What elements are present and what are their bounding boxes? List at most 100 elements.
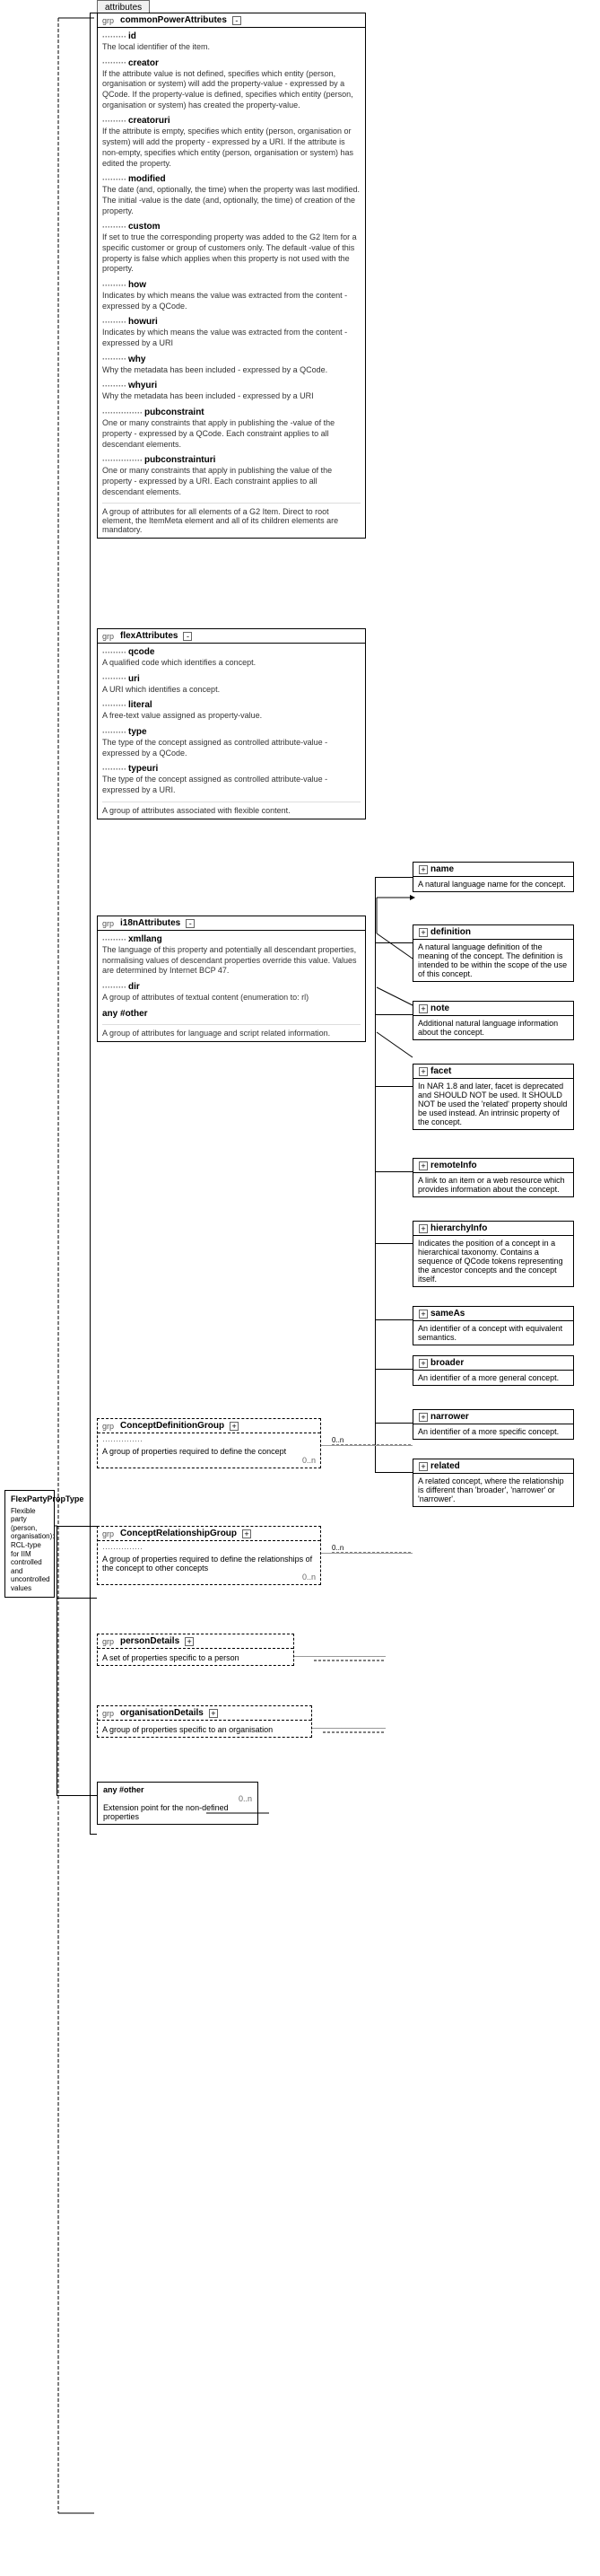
attr-custom-name: custom — [128, 222, 161, 232]
attr-id: ········· id The local identifier of the… — [102, 31, 361, 53]
attr-why-desc: Why the metadata has been included - exp… — [102, 365, 361, 376]
broader-title: broader — [430, 1358, 464, 1368]
attr-howuri: ········· howuri Indicates by which mean… — [102, 317, 361, 348]
expand-common[interactable]: - — [232, 16, 241, 25]
person-details-content: A set of properties specific to a person — [98, 1649, 293, 1665]
expand-i18n[interactable]: - — [186, 919, 195, 928]
cdg-connector — [321, 1445, 413, 1446]
concept-definition-group-box: grp ConceptDefinitionGroup + ···········… — [97, 1418, 321, 1468]
person-details-title: personDetails — [120, 1636, 179, 1646]
concept-relationship-group-desc: A group of properties required to define… — [102, 1555, 316, 1573]
concept-definition-dots: ··············· — [102, 1436, 316, 1445]
attr-qcode-name: qcode — [128, 647, 154, 657]
flex-group-note: A group of attributes associated with fl… — [102, 802, 361, 815]
name-title: name — [430, 864, 454, 874]
connector-remote — [375, 1171, 413, 1172]
common-power-attributes-section: grp commonPowerAttributes - ········· id… — [97, 13, 366, 539]
grp-icon-i18n: grp — [102, 919, 114, 928]
attr-modified-desc: The date (and, optionally, the time) whe… — [102, 185, 361, 216]
attr-xmllang-desc: The language of this property and potent… — [102, 945, 361, 977]
attr-uri-name: uri — [128, 674, 140, 684]
broader-expand[interactable]: + — [419, 1359, 428, 1368]
attr-creator-name: creator — [128, 58, 159, 68]
attr-howuri-desc: Indicates by which means the value was e… — [102, 328, 361, 348]
attr-whyuri: ········· whyuri Why the metadata has be… — [102, 381, 361, 402]
note-title: note — [430, 1003, 449, 1013]
concept-definition-group-title: ConceptDefinitionGroup — [120, 1421, 224, 1431]
broader-box: + broader An identifier of a more genera… — [413, 1355, 574, 1386]
flex-party-connector-h2 — [57, 1598, 97, 1599]
flex-party-prop-type-desc: Flexible party (person, organisation): R… — [11, 1507, 48, 1593]
related-title: related — [430, 1461, 460, 1471]
grp-icon-flex: grp — [102, 632, 114, 641]
crg-connector — [321, 1553, 413, 1554]
flex-attributes-section: grp flexAttributes - ········· qcode A q… — [97, 628, 366, 819]
attr-typeuri-desc: The type of the concept assigned as cont… — [102, 775, 361, 795]
name-expand[interactable]: + — [419, 865, 428, 874]
concept-relationship-group-title: ConceptRelationshipGroup — [120, 1529, 237, 1538]
concept-definition-group-header: grp ConceptDefinitionGroup + — [98, 1419, 320, 1433]
facet-expand[interactable]: + — [419, 1067, 428, 1076]
person-details-box: grp personDetails + A set of properties … — [97, 1634, 294, 1666]
name-box: + name A natural language name for the c… — [413, 862, 574, 892]
narrower-expand[interactable]: + — [419, 1413, 428, 1422]
expand-pd[interactable]: + — [185, 1637, 194, 1646]
organisation-details-box: grp organisationDetails + A group of pro… — [97, 1705, 312, 1738]
common-power-attributes-header: grp commonPowerAttributes - — [98, 13, 365, 28]
connector-facet — [375, 1086, 413, 1087]
definition-expand[interactable]: + — [419, 928, 428, 937]
same-as-expand[interactable]: + — [419, 1310, 428, 1319]
flex-party-connector — [57, 1526, 97, 1527]
facet-title: facet — [430, 1066, 451, 1076]
narrower-box: + narrower An identifier of a more speci… — [413, 1409, 574, 1440]
attr-how-desc: Indicates by which means the value was e… — [102, 291, 361, 311]
attr-whyuri-desc: Why the metadata has been included - exp… — [102, 391, 361, 402]
related-expand[interactable]: + — [419, 1462, 428, 1471]
attr-qcode-desc: A qualified code which identifies a conc… — [102, 658, 361, 669]
remote-info-title: remoteInfo — [430, 1161, 477, 1170]
hierarchy-info-expand[interactable]: + — [419, 1224, 428, 1233]
attr-why-name: why — [128, 355, 145, 364]
note-box-right: + note Additional natural language infor… — [413, 1001, 574, 1040]
related-desc: A related concept, where the relationshi… — [413, 1474, 573, 1506]
note-expand[interactable]: + — [419, 1004, 428, 1013]
name-desc: A natural language name for the concept. — [413, 877, 573, 891]
attr-pubconstraint-name: pubconstraint — [144, 407, 204, 417]
expand-od[interactable]: + — [209, 1709, 218, 1718]
attr-dir-name: dir — [128, 982, 140, 992]
attr-any-other-i18n-name: any #other — [102, 1009, 148, 1019]
bottom-left-arrow — [57, 1795, 97, 1796]
i18n-attributes-header: grp i18nAttributes - — [98, 916, 365, 931]
person-details-header: grp personDetails + — [98, 1634, 293, 1649]
attr-type: ········· type The type of the concept a… — [102, 727, 361, 758]
hierarchy-info-box: + hierarchyInfo Indicates the position o… — [413, 1221, 574, 1287]
organisation-details-content: A group of properties specific to an org… — [98, 1721, 311, 1737]
definition-box: + definition A natural language definiti… — [413, 924, 574, 982]
tab-label: attributes — [105, 3, 142, 13]
attr-modified: ········· modified The date (and, option… — [102, 174, 361, 216]
definition-title: definition — [430, 927, 471, 937]
connector-sameas — [375, 1319, 413, 1320]
cdg-mult-label: 0..n — [332, 1436, 343, 1444]
remote-info-expand[interactable]: + — [419, 1161, 428, 1170]
any-other-bottom-name: any #other — [103, 1785, 252, 1794]
concept-relationship-dots: ··············· — [102, 1544, 316, 1553]
common-power-attributes-content: ········· id The local identifier of the… — [98, 28, 365, 538]
attr-type-name: type — [128, 727, 147, 737]
connector-related — [375, 1472, 413, 1473]
i18n-attributes-title: i18nAttributes — [120, 918, 180, 928]
attr-whyuri-name: whyuri — [128, 381, 157, 390]
concept-relationship-group-header: grp ConceptRelationshipGroup + — [98, 1527, 320, 1541]
facet-desc: In NAR 1.8 and later, facet is deprecate… — [413, 1079, 573, 1129]
attr-uri: ········· uri A URI which identifies a c… — [102, 674, 361, 696]
flex-party-prop-type-note: FlexPartyPropType Flexible party (person… — [4, 1490, 55, 1598]
expand-flex[interactable]: - — [183, 632, 192, 641]
connector-note — [375, 1014, 413, 1015]
expand-crg[interactable]: + — [242, 1529, 251, 1538]
i18n-attributes-content: ········· xmllang The language of this p… — [98, 931, 365, 1041]
attr-creator-desc: If the attribute value is not defined, s… — [102, 69, 361, 111]
expand-cdg[interactable]: + — [230, 1422, 239, 1431]
connector-name — [375, 877, 413, 878]
grp-icon-common: grp — [102, 16, 114, 25]
any-other-bottom-multiplicity: 0..n — [103, 1794, 252, 1803]
